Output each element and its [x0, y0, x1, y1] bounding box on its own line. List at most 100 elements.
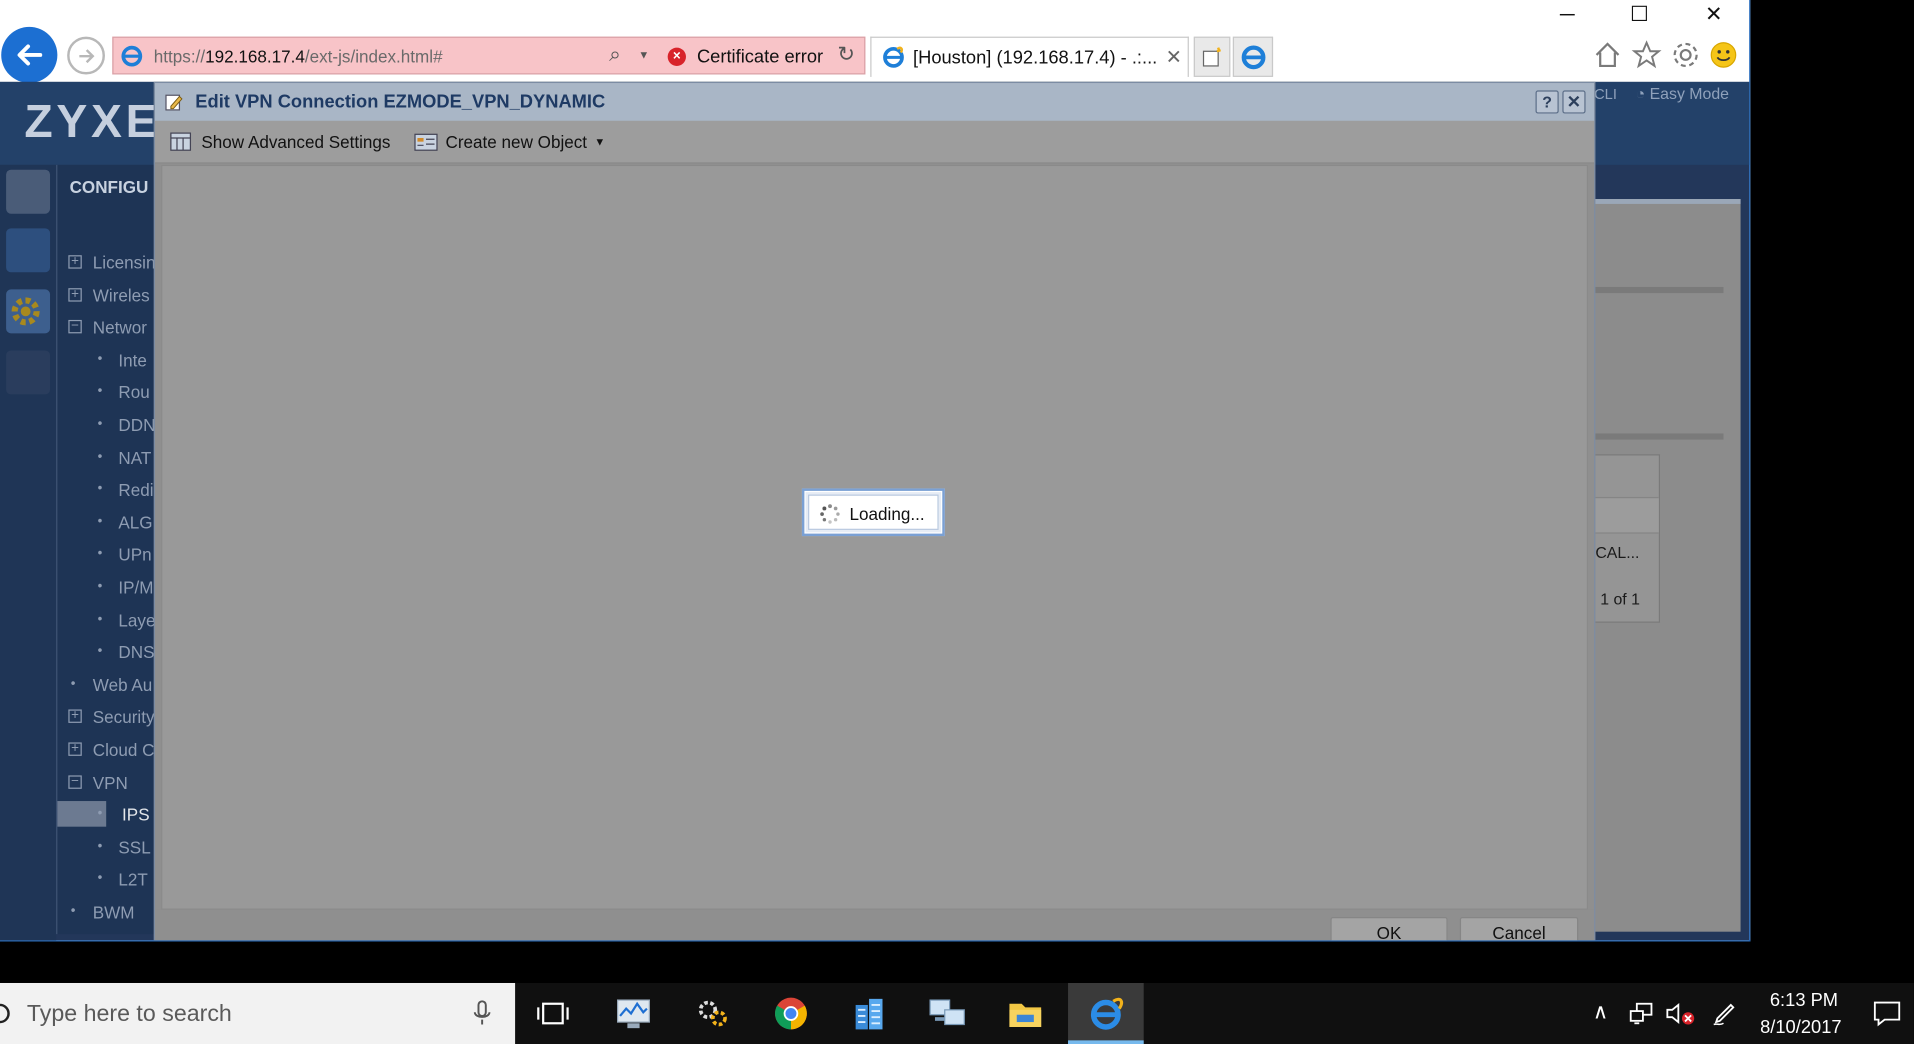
forward-button[interactable] — [67, 36, 105, 75]
favorites-star-icon[interactable] — [1631, 39, 1663, 71]
nav-item[interactable]: BWM — [93, 902, 135, 922]
nav-item[interactable]: NAT — [118, 448, 151, 468]
bullet-icon[interactable]: • — [98, 871, 103, 886]
minimize-button[interactable]: ─ — [1543, 2, 1592, 31]
taskbar-app-performance[interactable] — [596, 983, 672, 1044]
search-input[interactable]: Type here to search — [27, 1001, 232, 1028]
windows-ink-pen-icon[interactable] — [1711, 1000, 1738, 1027]
bullet-icon[interactable]: • — [98, 644, 103, 659]
bullet-icon[interactable]: • — [98, 839, 103, 854]
bullet-icon[interactable]: • — [98, 416, 103, 431]
browser-tab[interactable]: [Houston] (192.168.17.4) - .:... ✕ — [870, 36, 1189, 77]
table-row[interactable] — [1595, 496, 1659, 534]
bullet-icon[interactable]: • — [98, 611, 103, 626]
help-button[interactable]: ? — [1535, 90, 1559, 114]
clock-date[interactable]: 8/10/2017 — [1760, 1017, 1841, 1038]
ok-button[interactable]: OK — [1330, 917, 1448, 941]
taskbar-app-tools[interactable] — [675, 983, 751, 1044]
create-object-icon[interactable] — [414, 132, 438, 152]
maintenance-icon[interactable] — [6, 350, 51, 395]
expand-icon[interactable]: + — [68, 255, 82, 269]
screen: ─ ☐ ✕ https://192.168.17.4/ext-js/index.… — [0, 0, 1914, 1044]
chevron-down-icon[interactable]: ▼ — [594, 136, 605, 148]
nav-item[interactable]: Rou — [118, 383, 149, 403]
taskbar-app-chrome[interactable] — [753, 983, 829, 1044]
tab-close-button[interactable]: ✕ — [1166, 45, 1182, 69]
easy-mode-link[interactable]: ◔ Easy Mode — [1636, 84, 1729, 102]
taskbar-app-file-explorer[interactable] — [987, 983, 1063, 1044]
taskbar-search[interactable]: Type here to search — [0, 982, 516, 1044]
address-url[interactable]: https://192.168.17.4/ext-js/index.html# — [154, 46, 443, 66]
nav-item[interactable]: Wireles — [93, 285, 150, 305]
ie-edge-icon — [1241, 44, 1265, 69]
volume-muted-icon[interactable] — [1665, 1001, 1697, 1025]
nav-item[interactable]: Networ — [93, 318, 147, 338]
nav-item[interactable]: Redi — [118, 480, 153, 500]
configuration-gear-icon[interactable] — [6, 289, 51, 334]
nav-item[interactable]: Laye — [118, 610, 155, 630]
bullet-icon[interactable]: • — [98, 481, 103, 496]
dialog-titlebar[interactable]: Edit VPN Connection EZMODE_VPN_DYNAMIC ?… — [155, 83, 1595, 121]
dashboard-icon[interactable] — [6, 169, 51, 214]
taskbar-app-internet-explorer[interactable] — [1068, 982, 1144, 1044]
nav-item[interactable]: IPS — [122, 805, 150, 825]
bullet-icon[interactable]: • — [98, 546, 103, 561]
task-view-button[interactable] — [515, 983, 591, 1044]
bullet-icon[interactable]: • — [98, 351, 103, 366]
network-icon[interactable] — [1629, 1002, 1657, 1025]
expand-icon[interactable]: + — [68, 287, 82, 302]
clock-time[interactable]: 6:13 PM — [1770, 990, 1838, 1011]
nav-item[interactable]: UPn — [118, 545, 151, 565]
nav-item[interactable]: L2T — [118, 870, 147, 890]
home-icon[interactable] — [1592, 39, 1624, 71]
collapse-icon[interactable]: − — [68, 320, 82, 334]
bullet-icon[interactable]: • — [98, 384, 103, 399]
bullet-icon[interactable]: • — [71, 676, 76, 691]
feedback-smiley-icon[interactable] — [1708, 39, 1740, 71]
bullet-icon[interactable]: • — [98, 449, 103, 464]
collapse-icon[interactable]: − — [68, 774, 82, 789]
settings-gear-icon[interactable] — [1670, 39, 1702, 71]
dialog-close-button[interactable]: ✕ — [1562, 90, 1586, 114]
nav-item[interactable]: ALG — [118, 513, 152, 533]
task-view-icon — [537, 1002, 569, 1025]
certificate-error-label[interactable]: Certificate error — [697, 46, 823, 67]
bullet-icon[interactable]: • — [98, 806, 103, 821]
advanced-settings-icon[interactable] — [170, 132, 192, 152]
address-bar[interactable]: https://192.168.17.4/ext-js/index.html# … — [112, 36, 866, 75]
close-window-button[interactable]: ✕ — [1689, 2, 1738, 31]
bullet-icon[interactable]: • — [98, 514, 103, 529]
nav-item[interactable]: Web Au — [93, 675, 153, 695]
new-tab-button[interactable] — [1193, 36, 1231, 77]
cli-link[interactable]: CLI — [1594, 85, 1617, 102]
ie-edge-button[interactable] — [1232, 36, 1274, 77]
show-advanced-settings-button[interactable]: Show Advanced Settings — [201, 132, 390, 152]
nav-item[interactable]: DDN — [118, 415, 155, 435]
expand-icon[interactable]: + — [68, 742, 82, 756]
nav-item[interactable]: Cloud C — [93, 740, 155, 760]
action-center-icon[interactable] — [1872, 1000, 1901, 1027]
maximize-button[interactable]: ☐ — [1615, 2, 1664, 31]
nav-item[interactable]: VPN — [93, 772, 128, 792]
nav-item[interactable]: DNS — [118, 643, 154, 663]
microphone-icon[interactable] — [472, 1000, 492, 1027]
search-icon[interactable]: ⌕ — [609, 43, 621, 67]
cancel-button[interactable]: Cancel — [1459, 917, 1579, 941]
nav-item[interactable]: IP/M — [118, 578, 153, 598]
refresh-icon[interactable]: ↻ — [837, 43, 854, 67]
nav-item[interactable]: Licensin — [93, 253, 156, 273]
nav-item[interactable]: Security — [93, 707, 155, 727]
back-button[interactable] — [1, 26, 58, 84]
nav-item[interactable]: SSL — [118, 837, 150, 857]
show-hidden-icons-chevron-icon[interactable]: ∧ — [1593, 1000, 1608, 1024]
expand-icon[interactable]: + — [68, 709, 82, 724]
taskbar-app-network[interactable] — [909, 983, 985, 1044]
dropdown-caret-icon[interactable]: ▼ — [638, 49, 649, 61]
nav-item[interactable]: Inte — [118, 350, 147, 370]
taskbar-app-buildings[interactable] — [831, 983, 907, 1044]
cert-error-icon[interactable]: × — [667, 47, 686, 66]
bullet-icon[interactable]: • — [98, 579, 103, 594]
bullet-icon[interactable]: • — [71, 904, 76, 919]
create-new-object-button[interactable]: Create new Object — [446, 132, 588, 152]
monitor-icon[interactable] — [6, 228, 51, 273]
